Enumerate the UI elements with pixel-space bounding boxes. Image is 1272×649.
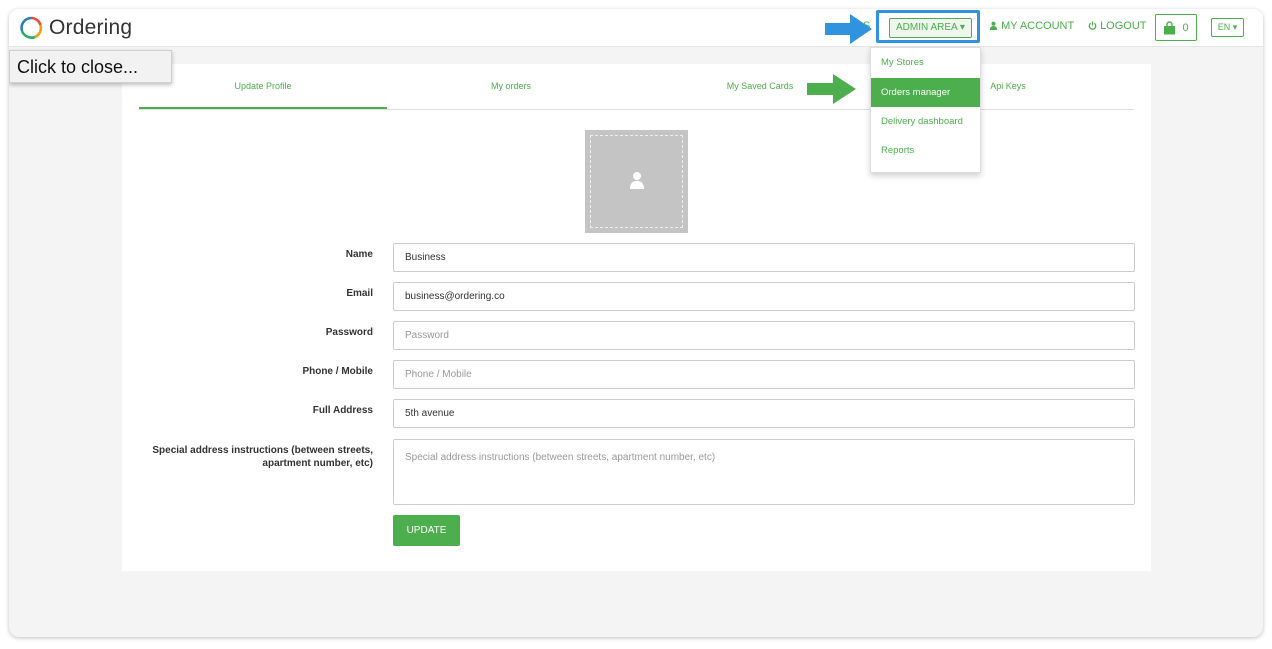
name-field[interactable]: Business — [393, 243, 1135, 272]
ring-logo-icon — [20, 16, 43, 39]
instructions-textarea[interactable]: Special address instructions (between st… — [393, 439, 1135, 505]
top-navbar: Ordering S ADMIN AREA ▾ MY ACCOUNT LOGOU… — [9, 9, 1263, 47]
admin-area-label: ADMIN AREA — [896, 22, 958, 33]
phone-label: Phone / Mobile — [302, 366, 373, 377]
profile-tabs: Update Profile My orders My Saved Cards … — [139, 64, 1134, 110]
email-field[interactable]: business@ordering.co — [393, 282, 1135, 311]
tab-update-profile[interactable]: Update Profile — [139, 64, 387, 109]
blue-arrow-icon — [825, 14, 872, 44]
shopping-bag-icon — [1164, 20, 1176, 34]
profile-card: Update Profile My orders My Saved Cards … — [122, 64, 1151, 571]
address-field[interactable]: 5th avenue — [393, 399, 1135, 428]
avatar-upload[interactable] — [585, 130, 688, 233]
app-window: Ordering S ADMIN AREA ▾ MY ACCOUNT LOGOU… — [9, 9, 1263, 637]
green-arrow-icon — [807, 74, 856, 104]
power-icon — [1088, 21, 1097, 30]
logout-link[interactable]: LOGOUT — [1088, 20, 1147, 32]
cart-count: 0 — [1182, 21, 1189, 34]
caret-down-icon: ▾ — [959, 22, 965, 33]
tab-my-orders[interactable]: My orders — [387, 64, 635, 108]
language-select[interactable]: EN ▾ — [1211, 18, 1244, 37]
menu-item-delivery-dashboard[interactable]: Delivery dashboard — [871, 107, 980, 136]
phone-field[interactable]: Phone / Mobile — [393, 360, 1135, 389]
my-account-label: MY ACCOUNT — [1001, 20, 1075, 32]
password-label: Password — [325, 327, 373, 338]
address-label: Full Address — [312, 405, 373, 416]
admin-area-highlight: ADMIN AREA ▾ — [876, 10, 980, 43]
name-label: Name — [345, 249, 373, 260]
caret-down-icon: ▾ — [1232, 22, 1238, 32]
tab-label: Api Keys — [990, 81, 1026, 91]
logo[interactable]: Ordering — [19, 16, 132, 40]
user-icon — [989, 21, 998, 30]
cart-button[interactable]: 0 — [1155, 14, 1197, 41]
instructions-label: Special address instructions (between st… — [152, 445, 373, 469]
tab-label: My Saved Cards — [726, 81, 794, 91]
logout-label: LOGOUT — [1100, 20, 1147, 32]
my-account-link[interactable]: MY ACCOUNT — [989, 20, 1074, 32]
email-label: Email — [346, 288, 373, 299]
user-silhouette-icon — [630, 172, 644, 189]
update-button[interactable]: UPDATE — [393, 515, 460, 546]
language-label: EN — [1217, 22, 1231, 32]
admin-area-dropdown: My Stores Orders manager Delivery dashbo… — [870, 47, 981, 173]
menu-item-orders-manager[interactable]: Orders manager — [871, 78, 980, 107]
admin-area-button[interactable]: ADMIN AREA ▾ — [889, 18, 972, 38]
menu-item-reports[interactable]: Reports — [871, 136, 980, 165]
tab-label: My orders — [490, 81, 531, 91]
app-title: Ordering — [49, 16, 133, 39]
password-field[interactable]: Password — [393, 321, 1135, 350]
tab-label: Update Profile — [234, 81, 292, 91]
menu-item-my-stores[interactable]: My Stores — [871, 48, 980, 77]
click-to-close-tooltip[interactable]: Click to close... — [9, 50, 172, 83]
